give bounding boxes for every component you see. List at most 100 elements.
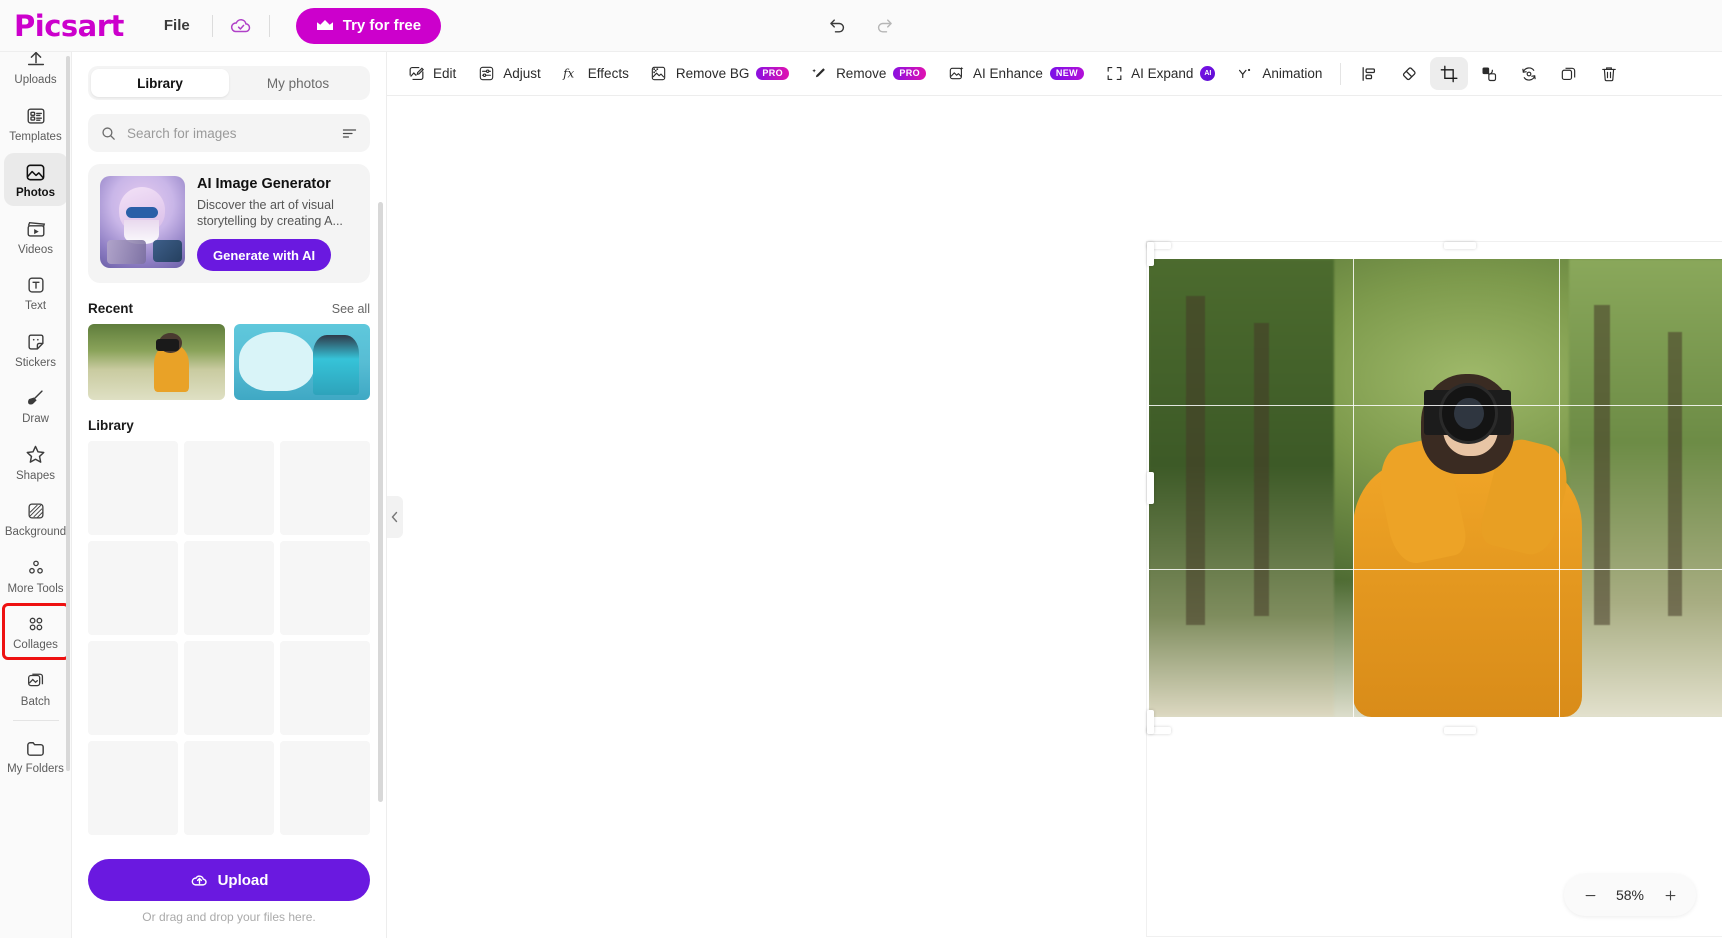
sidebar-item-batch[interactable]: Batch	[4, 662, 68, 715]
library-grid	[88, 441, 370, 847]
toolbar-eraser-button[interactable]	[1390, 57, 1428, 90]
folder-icon	[24, 736, 48, 760]
toolbar-delete-button[interactable]	[1590, 57, 1628, 90]
sidebar-item-collages[interactable]: Collages	[1, 603, 70, 660]
crop-handle-bottom-center[interactable]	[1443, 727, 1476, 734]
sidebar-label-uploads: Uploads	[14, 74, 57, 86]
ai-badge: AI	[1200, 66, 1216, 81]
zoom-out-button[interactable]	[1580, 885, 1600, 905]
library-placeholder-cell[interactable]	[280, 541, 370, 635]
toolbar-rotate-button[interactable]	[1510, 57, 1548, 90]
library-placeholder-cell[interactable]	[280, 741, 370, 835]
sidebar-item-more-tools[interactable]: More Tools	[4, 549, 68, 602]
recent-title: Recent	[88, 301, 134, 316]
toolbar-ai-expand[interactable]: AI Expand AI	[1095, 57, 1224, 90]
crop-handle-top-left[interactable]	[1147, 242, 1154, 266]
upload-button-label: Upload	[217, 871, 269, 889]
duplicate-icon	[1559, 64, 1579, 84]
toolbar-remove-bg[interactable]: Remove BG PRO	[640, 57, 798, 90]
recent-thumbnail[interactable]	[88, 324, 225, 400]
picsart-logo[interactable]: Picsart	[14, 9, 124, 43]
sidebar-item-my-folders[interactable]: My Folders	[4, 729, 68, 782]
ai-expand-icon	[1104, 64, 1124, 84]
filter-icon[interactable]	[341, 125, 358, 142]
toolbar-crop-button[interactable]	[1430, 57, 1469, 90]
undo-arrow-icon[interactable]	[823, 11, 853, 41]
generate-with-ai-button[interactable]: Generate with AI	[197, 239, 332, 271]
sidebar-item-photos[interactable]: Photos	[3, 153, 68, 206]
sidebar-item-templates[interactable]: Templates	[4, 97, 68, 150]
sidebar-label-background: Background	[4, 526, 67, 538]
flip-icon	[1479, 64, 1499, 84]
cloud-check-icon[interactable]	[225, 10, 257, 42]
toolbar-edit[interactable]: Edit	[397, 57, 465, 90]
recent-grid	[88, 324, 370, 400]
panel-scrollbar[interactable]	[378, 202, 383, 802]
toolbar-duplicate-button[interactable]	[1550, 57, 1588, 90]
recent-thumbnail[interactable]	[233, 324, 370, 400]
sidebar-item-draw[interactable]: Draw	[4, 379, 68, 432]
sidebar-item-text[interactable]: Text	[4, 266, 68, 319]
crop-handle-left-center[interactable]	[1147, 472, 1154, 504]
crop-handle-bottom-left[interactable]	[1147, 710, 1154, 734]
sidebar-label-more-tools: More Tools	[7, 582, 64, 595]
sidebar-label-my-folders: My Folders	[7, 763, 64, 775]
library-placeholder-cell[interactable]	[280, 641, 370, 735]
library-placeholder-cell[interactable]	[184, 441, 274, 535]
library-placeholder-cell[interactable]	[88, 441, 178, 535]
sidebar-item-stickers[interactable]: Stickers	[4, 323, 68, 376]
animation-wand-icon	[1235, 64, 1255, 84]
toolbar-adjust-label: Adjust	[503, 66, 541, 81]
sidebar-item-shapes[interactable]: Shapes	[4, 436, 68, 489]
toolbar-remove[interactable]: Remove PRO	[800, 57, 935, 90]
toolbar-effects[interactable]: fx Effects	[552, 57, 638, 90]
undo-redo-group	[823, 11, 899, 41]
tab-my-photos[interactable]: My photos	[229, 69, 367, 97]
sidebar-item-uploads[interactable]: Uploads	[4, 52, 68, 93]
collapse-left-panel-button[interactable]	[387, 496, 403, 538]
library-placeholder-cell[interactable]	[88, 541, 178, 635]
library-placeholder-cell[interactable]	[184, 541, 274, 635]
sticker-icon	[24, 330, 48, 354]
more-tools-icon	[24, 556, 48, 580]
artboard[interactable]	[1147, 242, 1722, 936]
sidebar-item-background[interactable]: Background	[4, 492, 68, 545]
crop-handle-top-center[interactable]	[1443, 242, 1476, 249]
search-input[interactable]	[127, 125, 331, 141]
redo-arrow-icon[interactable]	[869, 11, 899, 41]
ai-enhance-icon	[946, 64, 966, 84]
toolbar-separator	[1340, 62, 1342, 85]
toolbar-effects-label: Effects	[587, 66, 629, 81]
file-menu[interactable]: File	[154, 11, 200, 40]
svg-text:fx: fx	[562, 66, 574, 80]
search-icon	[100, 125, 117, 142]
library-placeholder-cell[interactable]	[88, 641, 178, 735]
library-placeholder-cell[interactable]	[88, 741, 178, 835]
ai-generator-thumbnail	[100, 176, 185, 268]
photos-icon	[24, 160, 48, 184]
panel-footer: Upload Or drag and drop your files here.	[72, 847, 386, 938]
library-placeholder-cell[interactable]	[184, 741, 274, 835]
toolbar-animation[interactable]: Animation	[1226, 57, 1331, 90]
toolbar-ai-enhance[interactable]: AI Enhance NEW	[937, 57, 1093, 90]
toolbar-flip-button[interactable]	[1470, 57, 1508, 90]
sidebar-item-videos[interactable]: Videos	[4, 210, 68, 263]
zoom-in-button[interactable]	[1660, 885, 1680, 905]
left-panel: Library My photos AI Image Generator	[72, 52, 387, 938]
sidebar-label-draw: Draw	[22, 413, 49, 425]
canvas-area: Edit Adjust fx Effects Remove BG PRO Rem…	[387, 52, 1722, 938]
upload-button[interactable]: Upload	[88, 859, 370, 901]
toolbar-adjust[interactable]: Adjust	[467, 57, 550, 90]
rail-scrollbar[interactable]	[66, 56, 70, 771]
tab-library[interactable]: Library	[91, 69, 229, 97]
new-badge: NEW	[1049, 67, 1085, 80]
align-icon	[1359, 64, 1379, 84]
delete-trash-icon	[1599, 64, 1619, 84]
recent-see-all-link[interactable]: See all	[332, 302, 370, 316]
try-for-free-button[interactable]: Try for free	[295, 7, 442, 44]
library-placeholder-cell[interactable]	[184, 641, 274, 735]
batch-icon	[24, 669, 48, 693]
toolbar-align-button[interactable]	[1350, 57, 1388, 90]
library-placeholder-cell[interactable]	[280, 441, 370, 535]
ai-image-generator-card[interactable]: AI Image Generator Discover the art of v…	[88, 164, 370, 283]
